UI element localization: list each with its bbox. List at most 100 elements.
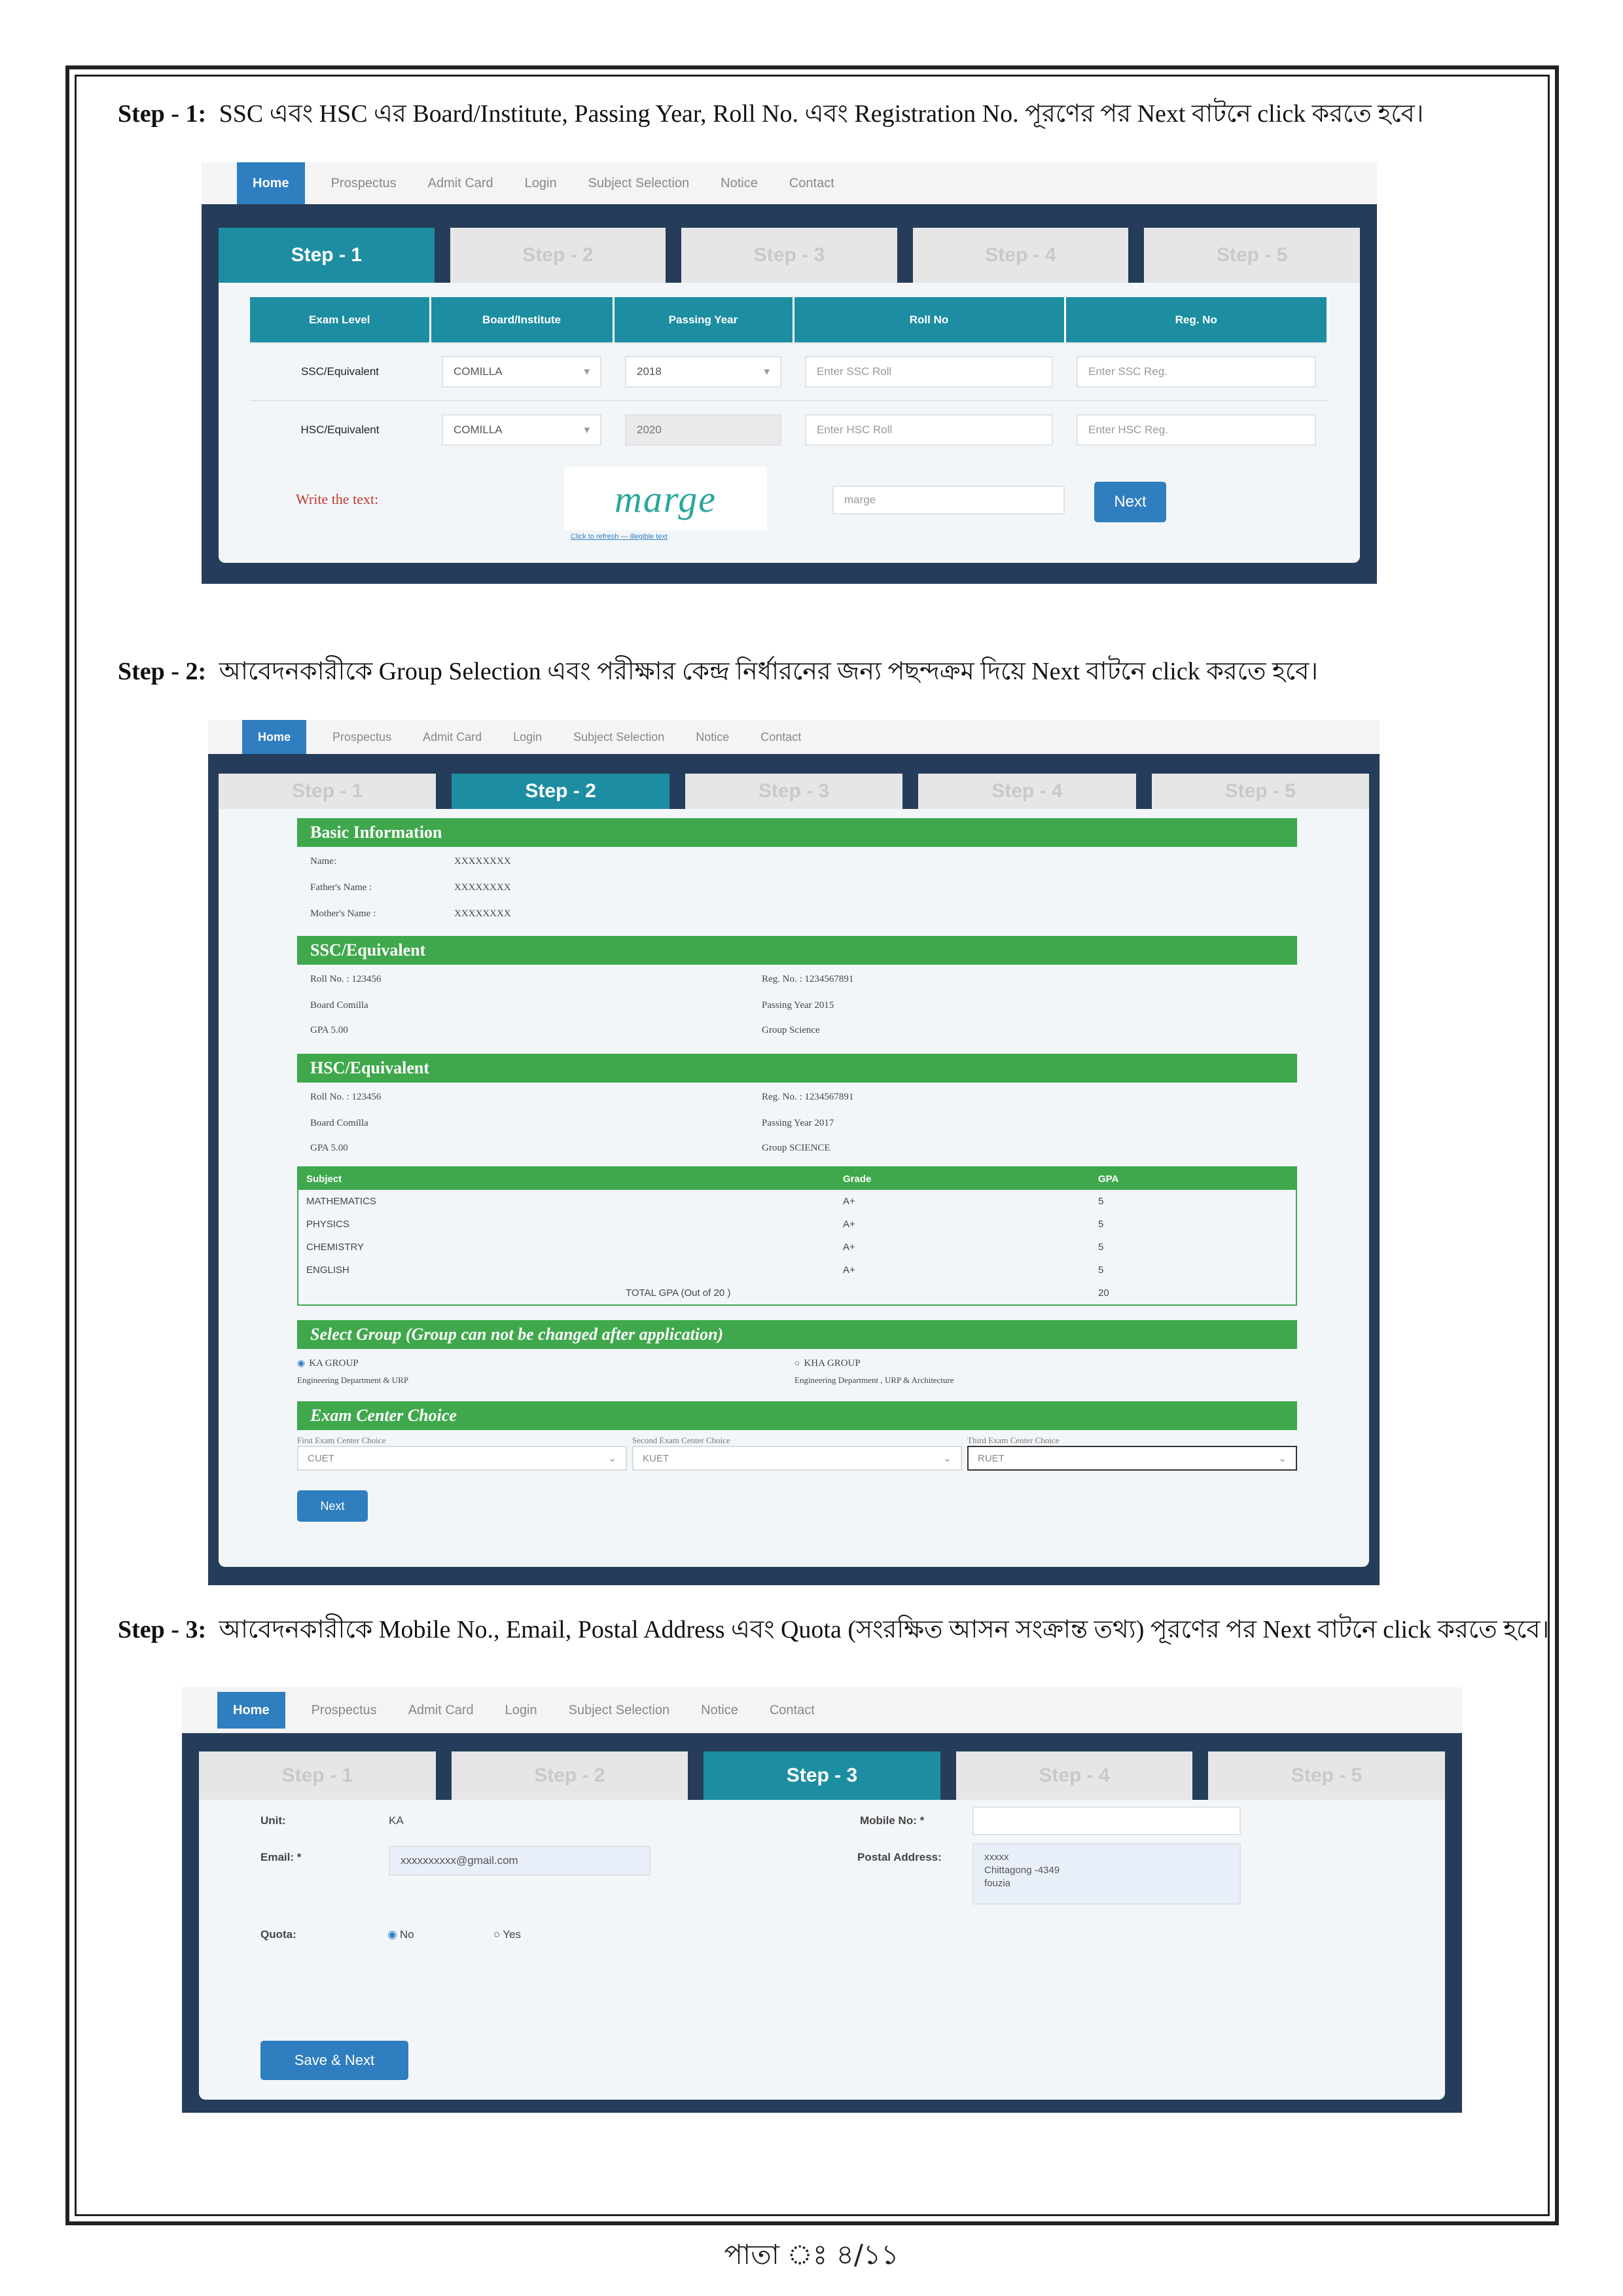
name-label: Name: [310,856,336,867]
captcha-refresh-link[interactable]: Click to refresh — illegible text [571,533,668,541]
table-row: CHEMISTRY A+ 5 [298,1236,1296,1259]
tab-step-4[interactable]: Step - 4 [918,774,1136,809]
step1-container: Step - 1 Step - 2 Step - 3 Step - 4 Step… [202,204,1377,584]
year-select-ssc[interactable]: 2018 ▾ [625,356,781,387]
nav-contact[interactable]: Contact [760,730,801,744]
chevron-down-icon: ▾ [764,365,770,378]
second-center-select[interactable]: KUET ⌄ [632,1446,962,1471]
nav-subject-selection[interactable]: Subject Selection [569,1703,670,1718]
chevron-down-icon: ▾ [584,365,590,378]
subject-table-wrap: Subject Grade GPA MATHEMATICS A+ 5 PHYSICS… [297,1166,1297,1306]
tab-step-1[interactable]: Step - 1 [219,774,437,809]
th-passing-year: Passing Year [613,297,794,343]
nav-login[interactable]: Login [525,176,557,191]
tab-step-4[interactable]: Step - 4 [912,228,1129,283]
ssc-reg-input[interactable]: Enter SSC Reg. [1077,356,1316,387]
tab-step-5[interactable]: Step - 5 [1144,228,1360,283]
radio-checked-icon: ◉ [297,1359,306,1369]
postal-address-textarea[interactable]: xxxxx Chittagong -4349 fouzia [972,1843,1241,1905]
page-number: পাতা ঃ ৪/১১ [724,2238,899,2270]
tab-step-1[interactable]: Step - 1 [199,1751,436,1800]
kha-group-desc: Engineering Department , URP & Architect… [794,1375,954,1385]
captcha-row: Write the text: marge Click to refresh —… [250,458,1329,550]
captcha-input[interactable]: marge [832,486,1065,514]
tab-step-4[interactable]: Step - 4 [955,1751,1193,1800]
first-center-select[interactable]: CUET ⌄ [297,1446,627,1471]
nav-home[interactable]: Home [237,162,305,204]
nav-home[interactable]: Home [242,720,307,754]
step3-screenshot: Home Prospectus Admit Card Login Subject… [182,1687,1462,2113]
center-choices: First Exam Center Choice CUET ⌄ Second Ex… [297,1435,1297,1471]
quota-yes-radio[interactable]: ○ Yes [493,1928,521,1941]
exam-level-hsc: HSC/Equivalent [250,400,430,458]
th-grade: Grade [835,1168,1090,1190]
nav-prospectus[interactable]: Prospectus [312,1703,377,1718]
table-row: TOTAL GPA (Out of 20 ) 20 [298,1282,1296,1304]
grade-cell: A+ [843,1265,855,1276]
nav-admit-card[interactable]: Admit Card [423,730,482,744]
third-center-label: Third Exam Center Choice [967,1435,1060,1445]
instruction-step1: Step - 1: SSC এবং HSC এর Board/Institute… [118,100,1424,128]
nav-contact[interactable]: Contact [789,176,834,191]
hsc-roll-input[interactable]: Enter HSC Roll [805,414,1053,446]
father-label: Father's Name : [310,882,372,893]
nav-prospectus[interactable]: Prospectus [332,730,391,744]
second-center-label: Second Exam Center Choice [632,1435,730,1445]
captcha-image: marge [564,467,767,530]
total-gpa-label: TOTAL GPA (Out of 20 ) [626,1287,731,1299]
board-select-hsc[interactable]: COMILLA ▾ [442,414,601,446]
next-button[interactable]: Next [297,1490,368,1522]
table-row: HSC/Equivalent COMILLA ▾ 2020 Enter HSC R… [250,400,1328,458]
next-button[interactable]: Next [1094,482,1166,522]
ssc-reg: Reg. No. : 1234567891 [762,974,854,984]
nav-login[interactable]: Login [505,1703,537,1718]
step-tabs: Step - 1 Step - 2 Step - 3 Step - 4 Step… [219,774,1370,809]
radio-empty-icon: ○ [493,1928,501,1941]
hsc-reg-input[interactable]: Enter HSC Reg. [1077,414,1316,446]
instruction-step2: Step - 2: আবেদনকারীকে Group Selection এব… [118,658,1318,685]
tab-step-3[interactable]: Step - 3 [704,1751,940,1800]
tab-step-3[interactable]: Step - 3 [681,228,897,283]
tab-step-2[interactable]: Step - 2 [451,1751,688,1800]
third-center-select[interactable]: RUET ⌄ [967,1446,1297,1471]
gpa-cell: 5 [1098,1265,1104,1276]
nav-home[interactable]: Home [217,1692,285,1729]
tab-step-1[interactable]: Step - 1 [219,228,435,283]
ka-group-radio[interactable]: ◉ KA GROUP [297,1358,359,1369]
step3-panel: Unit: KA Email: * xxxxxxxxxx@gmail.com M… [199,1800,1445,2100]
radio-checked-icon: ◉ [387,1928,397,1941]
tab-step-2[interactable]: Step - 2 [452,774,669,809]
nav-bar: Home Prospectus Admit Card Login Subject… [202,162,1377,204]
tab-step-2[interactable]: Step - 2 [450,228,666,283]
unit-label: Unit: [260,1814,286,1827]
tab-step-3[interactable]: Step - 3 [685,774,903,809]
step1-panel: Exam Level Board/Institute Passing Year … [219,283,1360,563]
mobile-input[interactable] [972,1806,1241,1835]
board-select-ssc[interactable]: COMILLA ▾ [442,356,601,387]
gpa-cell: 5 [1098,1196,1104,1207]
nav-contact[interactable]: Contact [770,1703,815,1718]
nav-subject-selection[interactable]: Subject Selection [573,730,664,744]
nav-notice[interactable]: Notice [701,1703,738,1718]
th-exam-level: Exam Level [250,297,431,343]
nav-login[interactable]: Login [513,730,542,744]
nav-notice[interactable]: Notice [696,730,729,744]
nav-prospectus[interactable]: Prospectus [331,176,397,191]
email-input[interactable]: xxxxxxxxxx@gmail.com [389,1846,651,1876]
ssc-roll-input[interactable]: Enter SSC Roll [805,356,1053,387]
save-next-button[interactable]: Save & Next [260,2041,408,2080]
father-value: XXXXXXXX [454,882,511,893]
instruction-step3: Step - 3: আবেদনকারীকে Mobile No., Email,… [118,1616,1550,1643]
step2-screenshot: Home Prospectus Admit Card Login Subject… [208,720,1380,1585]
nav-subject-selection[interactable]: Subject Selection [588,176,690,191]
nav-admit-card[interactable]: Admit Card [408,1703,474,1718]
th-reg-no: Reg. No [1065,297,1329,343]
tab-step-5[interactable]: Step - 5 [1208,1751,1445,1800]
nav-notice[interactable]: Notice [721,176,758,191]
kha-group-radio[interactable]: ○ KHA GROUP [794,1358,861,1369]
chevron-down-icon: ⌄ [608,1453,616,1464]
quota-no-radio[interactable]: ◉ No [387,1928,414,1941]
tab-step-5[interactable]: Step - 5 [1151,774,1370,809]
nav-admit-card[interactable]: Admit Card [428,176,493,191]
gpa-cell: 5 [1098,1219,1104,1230]
